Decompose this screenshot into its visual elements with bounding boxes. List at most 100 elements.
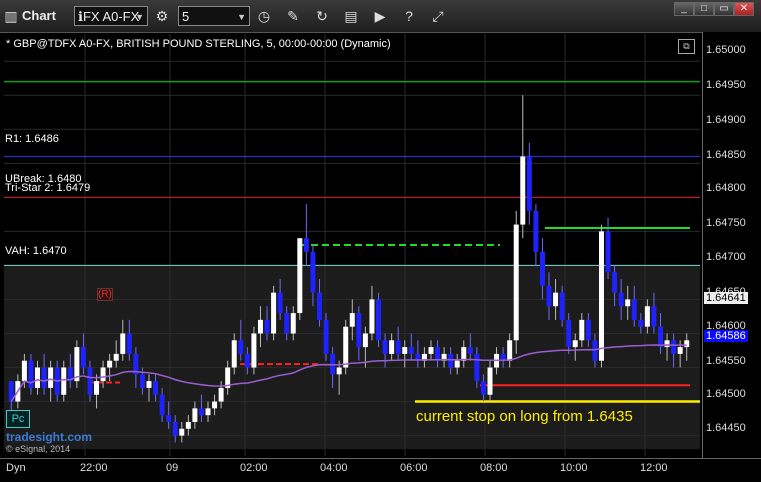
candle-body — [198, 408, 204, 416]
r-marker: (R) — [97, 288, 113, 301]
candle-body — [192, 408, 198, 422]
candle-body — [205, 408, 211, 416]
candle-body — [566, 319, 572, 348]
expand-icon[interactable]: ⤢ — [427, 5, 449, 27]
price-label: 1.64750 — [706, 217, 746, 229]
candle-body — [467, 347, 473, 354]
time-label: 22:00 — [80, 462, 108, 474]
candle-body — [159, 394, 165, 416]
window-title: Chart — [22, 8, 56, 23]
time-label: 06:00 — [400, 462, 428, 474]
candle-body — [474, 353, 480, 382]
candle-body — [435, 347, 441, 361]
candle-body — [277, 292, 283, 314]
candle-body — [336, 367, 342, 375]
dyn-label[interactable]: Dyn — [6, 462, 26, 474]
candle-body — [546, 285, 552, 307]
candle-body — [316, 292, 322, 320]
candle-body — [41, 367, 47, 388]
price-label: 1.64900 — [706, 114, 746, 126]
refresh-icon[interactable]: ↻ — [311, 5, 333, 27]
candle-body — [94, 381, 100, 395]
minimize-button[interactable]: _ — [674, 2, 694, 16]
price-label: 1.64800 — [706, 182, 746, 194]
interval-select[interactable]: 5 ▼ — [178, 6, 250, 26]
chevron-down-icon[interactable]: ▼ — [237, 7, 246, 27]
tradesight-logo: tradesight.com — [6, 430, 93, 444]
toolbar: ▥ Chart ℹFX A0-FX ▼ ⚙ 5 ▼ ◷ ✎ ↻ ▤ ▶ ? ⤢ … — [0, 0, 761, 33]
symbol-input[interactable]: ℹFX A0-FX ▼ — [74, 6, 148, 26]
stop-annotation: current stop on long from 1.6435 — [416, 408, 633, 425]
pc-badge[interactable]: Pc — [6, 410, 30, 428]
candle-body — [585, 319, 591, 341]
time-label: 09 — [166, 462, 179, 474]
candle-body — [218, 387, 224, 402]
candle-body — [323, 319, 329, 354]
candle-body — [284, 313, 290, 334]
vah-level-label: VAH: 1.6470 — [5, 245, 67, 257]
maximize-button[interactable]: □ — [694, 2, 714, 16]
candle-body — [120, 333, 126, 354]
candle-body — [153, 381, 159, 395]
price-chart[interactable] — [0, 32, 761, 481]
candle-body — [87, 367, 93, 395]
candle-body — [349, 313, 355, 327]
restore-chart-icon[interactable]: ⧉ — [678, 39, 695, 54]
candle-body — [461, 347, 467, 361]
candle-body — [612, 272, 618, 293]
price-label: 1.64950 — [706, 79, 746, 91]
candle-body — [35, 367, 41, 388]
time-label: 04:00 — [320, 462, 348, 474]
clock-icon[interactable]: ◷ — [253, 5, 275, 27]
candle-body — [651, 306, 657, 327]
close-button[interactable]: ✕ — [734, 2, 754, 16]
candle-body — [605, 231, 611, 273]
candle-body — [343, 326, 349, 368]
candle-body — [657, 326, 663, 348]
candle-body — [212, 401, 218, 409]
play-icon[interactable]: ▶ — [369, 5, 391, 27]
candle-body — [139, 374, 145, 388]
candle-body — [238, 340, 244, 354]
current-price-badge: 1.64586 — [704, 330, 748, 342]
candle-body — [428, 347, 434, 354]
candle-body — [520, 156, 526, 225]
settings-gear-icon[interactable]: ⚙ — [151, 5, 173, 27]
candle-body — [61, 367, 67, 395]
candle-body — [579, 319, 585, 341]
candle-body — [290, 313, 296, 334]
time-label: 08:00 — [480, 462, 508, 474]
candle-body — [487, 367, 493, 395]
candle-body — [448, 353, 454, 368]
candle-body — [389, 340, 395, 354]
time-label: 10:00 — [560, 462, 588, 474]
candle-body — [264, 319, 270, 334]
chevron-down-icon[interactable]: ▼ — [135, 7, 144, 27]
candle-body — [126, 333, 132, 354]
candle-body — [244, 353, 250, 368]
candle-body — [297, 238, 303, 314]
pencil-icon[interactable]: ✎ — [282, 5, 304, 27]
chart-description: * GBP@TDFX A0-FX, BRITISH POUND STERLING… — [6, 38, 391, 50]
candle-body — [572, 340, 578, 348]
time-label: 12:00 — [640, 462, 668, 474]
candle-body — [382, 340, 388, 354]
candle-body — [356, 313, 362, 348]
candle-body — [185, 421, 191, 429]
time-label: 02:00 — [240, 462, 268, 474]
candle-body — [513, 224, 519, 341]
candle-body — [618, 292, 624, 307]
price-label: 1.65000 — [706, 44, 746, 56]
gsd-icon[interactable]: ▤ — [340, 5, 362, 27]
help-icon[interactable]: ? — [398, 5, 420, 27]
candle-body — [592, 340, 598, 361]
restore-button[interactable]: ▭ — [714, 2, 734, 16]
candle-body — [251, 333, 257, 368]
price-label: 1.64850 — [706, 149, 746, 161]
candle-body — [107, 360, 113, 368]
candle-body — [100, 367, 106, 382]
copyright-text: © eSignal, 2014 — [6, 444, 71, 454]
candle-body — [179, 428, 185, 436]
candle-body — [539, 251, 545, 286]
candle-body — [113, 353, 119, 361]
